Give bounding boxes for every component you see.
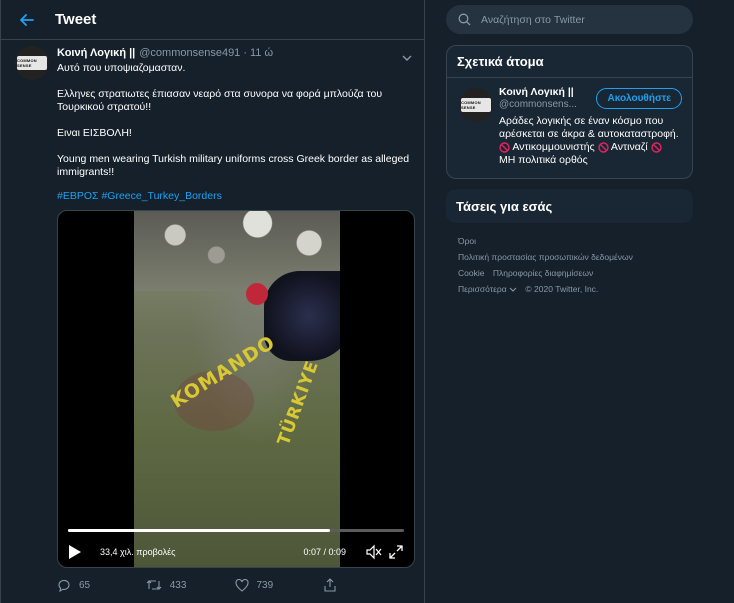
video-player[interactable]: KOMANDO TÜRKIYE 33,4 χιλ. προβολές 0:07 … [57,210,415,568]
video-progress-fill [68,529,331,532]
retweet-button[interactable]: 433 [146,578,235,592]
bio-text: Αντικομμουνιστής [512,141,595,153]
tweet-text-line: Young men wearing Turkish military unifo… [57,153,410,178]
hashtag-link[interactable]: #ΕΒΡΟΣ [57,190,99,202]
chevron-down-icon[interactable] [402,48,412,66]
sidebar: Σχετικά άτομα COMMON SENSE Κοινή Λογική … [446,0,696,297]
mute-icon[interactable] [366,544,382,560]
share-icon [324,578,336,592]
tweet-text-line: Αυτό που υποψιαζομασταν. [57,62,186,74]
prohibited-icon [597,142,609,153]
view-count: 33,4 χιλ. προβολές [100,547,176,557]
copyright: © 2020 Twitter, Inc. [525,284,599,294]
reply-icon [58,579,70,592]
related-people-panel: Σχετικά άτομα COMMON SENSE Κοινή Λογική … [446,45,693,179]
footer-link-terms[interactable]: Όροι [458,236,476,246]
tweet-text-line: Ελληνες στρατιωτες έπιασαν νεαρό στα συν… [57,88,383,113]
shirt-lettering: TÜRKIYE [273,357,324,449]
bio-text: Αντιναζί [610,141,648,153]
play-icon[interactable] [68,544,84,560]
footer-link-ads[interactable]: Πληροφορίες διαφημίσεων [493,268,593,278]
search-box[interactable] [446,5,693,34]
footer-link-more[interactable]: Περισσότερα [458,284,507,294]
bio-text: ΜΗ πολιτικά ορθός [499,154,588,166]
like-button[interactable]: 739 [234,578,324,592]
flag-patch [246,283,268,305]
tweet-text: Αυτό που υποψιαζομασταν. Ελληνες στρατιω… [57,62,412,179]
main-column: Tweet COMMON SENSE Κοινή Λογική || @comm… [0,0,425,603]
related-person[interactable]: COMMON SENSE Κοινή Λογική || @commonsens… [447,78,692,178]
search-icon [458,13,471,26]
fullscreen-icon[interactable] [388,544,404,560]
heart-icon [234,578,249,592]
back-arrow-icon[interactable] [17,10,37,30]
video-timecode: 0:07 / 0:09 [303,547,346,557]
bio: Αράδες λογικής σε έναν κόσμο που αρέσκετ… [499,115,682,167]
video-progress-bar[interactable] [68,529,404,532]
share-button[interactable] [323,578,412,592]
display-name[interactable]: Κοινή Λογική || [57,47,135,59]
tweet-text-line: Ειναι ΕΙΣΒΟΛΗ! [57,127,132,139]
follow-button[interactable]: Ακολουθήστε [596,88,682,109]
bio-text: Αράδες λογικής σε έναν κόσμο που αρέσκετ… [499,115,679,140]
prohibited-icon [650,142,662,153]
separator-dot: · [243,47,247,59]
trends-title: Τάσεις για εσάς [456,198,553,214]
avatar[interactable]: COMMON SENSE [15,46,49,80]
footer-link-privacy[interactable]: Πολιτική προστασίας προσωπικών δεδομένων [458,252,633,262]
video-controls: 33,4 χιλ. προβολές 0:07 / 0:09 [58,537,414,567]
search-input[interactable] [481,13,671,26]
hashtags: #ΕΒΡΟΣ #Greece_Turkey_Borders [57,190,412,202]
retweet-count: 433 [169,579,187,591]
user-handle[interactable]: @commonsense491 [139,47,240,59]
prohibited-icon [499,142,510,153]
tweet-time[interactable]: 11 ώ [250,47,273,59]
footer: Όροι Πολιτική προστασίας προσωπικών δεδο… [446,233,696,297]
tweet-header: Κοινή Λογική || @commonsense491 · 11 ώ [57,46,412,60]
chevron-down-icon[interactable] [509,287,517,292]
retweet-icon [146,580,162,590]
tweet-body: Κοινή Λογική || @commonsense491 · 11 ώ Α… [57,46,415,594]
panel-title: Σχετικά άτομα [447,46,692,78]
tweet-actions: 65 433 739 [57,576,412,594]
page-title: Tweet [55,11,97,28]
like-count: 739 [256,579,274,591]
tweet[interactable]: COMMON SENSE Κοινή Λογική || @commonsens… [1,40,424,594]
avatar-logo-text: COMMON SENSE [17,58,37,68]
page-header: Tweet [1,0,424,40]
trends-panel[interactable]: Τάσεις για εσάς [446,189,693,223]
reply-count: 65 [79,579,91,591]
footer-link-cookie[interactable]: Cookie [458,268,484,278]
video-frame[interactable]: KOMANDO TÜRKIYE [134,211,340,567]
reply-button[interactable]: 65 [57,578,146,592]
avatar[interactable]: COMMON SENSE [459,88,493,122]
hashtag-link[interactable]: #Greece_Turkey_Borders [101,190,221,202]
avatar-logo-text: COMMON SENSE [461,100,481,110]
